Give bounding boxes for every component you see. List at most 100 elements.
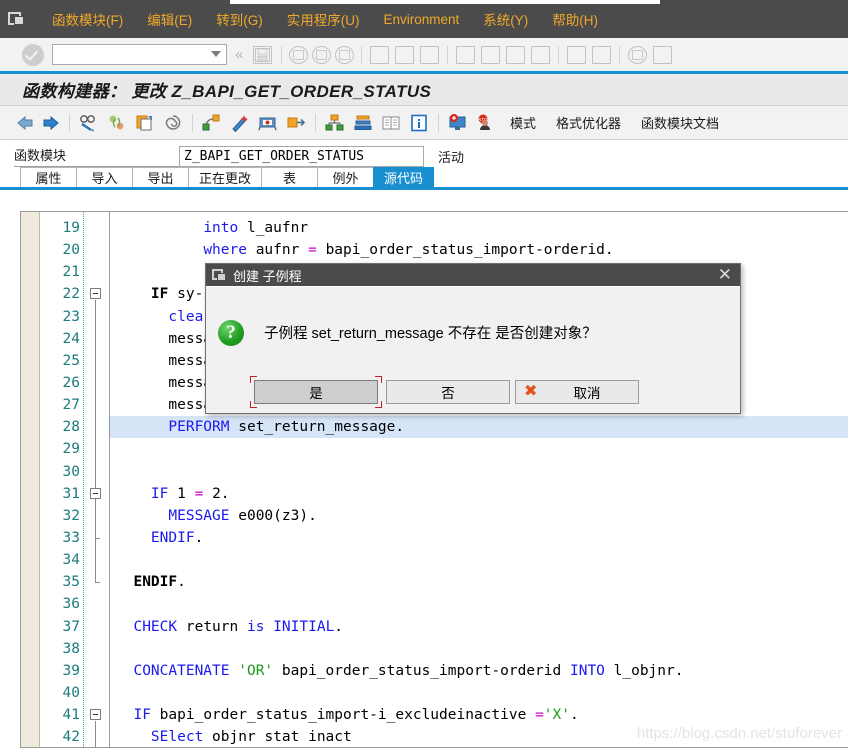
code-line[interactable]: MESSAGE e000(z3). [110,505,848,527]
stack-icon[interactable] [353,114,373,132]
menu-environment[interactable]: Environment [372,10,472,29]
insert-statement-icon[interactable] [258,114,278,132]
toolbar-separator [558,45,560,64]
find-next-icon[interactable] [420,45,440,64]
dialog-title-text: 创建 子例程 [233,268,302,284]
toolbar-separator [619,45,621,64]
code-line[interactable]: into l_aufnr [110,217,848,239]
print-icon[interactable] [370,45,390,64]
primary-toolbar: « [0,38,848,74]
dialog-cancel-button[interactable]: ✖ 取消 [515,380,639,404]
next-page-icon[interactable] [506,45,526,64]
code-line[interactable]: where aufnr = bapi_order_status_import-o… [110,239,848,261]
tab-exceptions[interactable]: 例外 [317,167,375,187]
menu-help[interactable]: 帮助(H) [540,7,610,31]
toolbar-separator [315,113,316,132]
last-page-icon[interactable] [531,45,551,64]
sap-window-icon[interactable] [8,11,26,27]
structure-icon[interactable] [325,114,345,132]
dialog-button-row: 是 否 ✖ 取消 [206,376,740,408]
code-line[interactable] [110,438,848,460]
menu-edit[interactable]: 编辑(E) [135,7,204,31]
previous-page-icon[interactable] [481,45,501,64]
tab-source-code[interactable]: 源代码 [373,167,435,187]
code-line[interactable]: IF bapi_order_status_import-i_excludeina… [110,704,848,726]
create-subroutine-dialog: 创建 子例程 ✕ ? 子例程 set_return_message 不存在 是否… [205,263,741,414]
documentation-icon[interactable] [381,114,401,132]
code-line[interactable]: CONCATENATE 'OR' bapi_order_status_impor… [110,660,848,682]
code-line[interactable] [110,682,848,704]
fold-toggle-icon[interactable] [90,709,101,721]
menu-system[interactable]: 系统(Y) [471,7,540,31]
code-line[interactable] [110,549,848,571]
tab-changing[interactable]: 正在更改 [188,167,263,187]
code-line[interactable]: IF 1 = 2. [110,483,848,505]
layout-menu-icon[interactable] [653,45,673,64]
check-enter-icon[interactable] [22,43,44,66]
pattern-icon[interactable] [163,114,183,132]
cancel-icon[interactable] [335,45,355,64]
close-icon[interactable]: ✕ [718,265,732,285]
exit-icon[interactable] [312,45,332,64]
back-arrow-icon[interactable] [16,115,34,131]
application-toolbar: STO 模式 格式优化器 函数模块文档 [0,106,848,140]
line-number: 40 [62,684,80,701]
create-shortcut-icon[interactable] [592,45,612,64]
dialog-yes-button[interactable]: 是 [250,376,382,408]
code-line[interactable]: SElect objnr stat inact [110,726,848,747]
toolbar-mode-button[interactable]: 模式 [510,113,536,132]
focus-marker [375,376,382,383]
code-line[interactable] [110,593,848,615]
information-icon[interactable] [409,114,429,132]
tab-import[interactable]: 导入 [76,167,133,187]
activate-icon[interactable] [448,113,468,132]
code-line[interactable]: PERFORM set_return_message. [110,416,848,439]
goto-object-icon[interactable] [286,114,306,132]
fold-range-line [95,721,96,747]
create-session-icon[interactable] [567,45,587,64]
code-line[interactable]: ENDIF. [110,527,848,549]
status-badge: 活动 [438,149,465,165]
first-page-icon[interactable] [456,45,476,64]
menu-utilities[interactable]: 实用程序(U) [275,7,372,31]
toolbar-pretty-printer-button[interactable]: 格式优化器 [556,113,621,132]
tab-attributes[interactable]: 属性 [20,167,77,187]
forward-arrow-icon[interactable] [42,115,60,131]
line-number: 35 [62,574,80,591]
menu-goto[interactable]: 转到(G) [204,7,275,31]
line-number-gutter: 19 20 21 22 23 24 25 26 27 28 29 30 31 32 33 34 35 36 37 38… [40,212,84,747]
code-line[interactable]: CHECK return is INITIAL. [110,616,848,638]
bookmark-gutter[interactable] [21,212,40,747]
code-fold-gutter[interactable] [84,212,110,747]
code-line[interactable] [110,461,848,483]
toolbar-fm-documentation-button[interactable]: 函数模块文档 [641,113,719,132]
line-number: 27 [62,397,80,414]
back-icon[interactable] [289,45,309,64]
code-line[interactable]: ENDIF. [110,571,848,593]
toolbar-separator [192,113,193,132]
code-line[interactable] [110,638,848,660]
display-change-icon[interactable] [79,114,99,132]
tab-tables[interactable]: 表 [261,167,319,187]
command-field[interactable] [52,44,227,65]
help-icon[interactable] [628,45,648,64]
fold-end-tick [95,538,100,540]
menu-function-module[interactable]: 函数模块(F) [40,7,135,31]
function-module-input[interactable]: Z_BAPI_GET_ORDER_STATUS [179,145,424,167]
refresh-icon[interactable] [107,114,127,132]
check-icon[interactable]: STO [476,114,496,132]
chevron-down-icon[interactable] [211,51,221,57]
fold-toggle-icon[interactable] [90,487,101,499]
tab-export[interactable]: 导出 [132,167,189,187]
copy-icon[interactable] [135,114,155,132]
line-number: 32 [62,507,80,524]
find-icon[interactable] [395,45,415,64]
save-icon[interactable] [253,45,273,64]
where-used-icon[interactable] [202,114,222,132]
line-number: 41 [62,707,80,724]
pretty-print-wand-icon[interactable] [230,114,250,132]
focus-marker [250,401,257,408]
dialog-no-button[interactable]: 否 [386,380,510,404]
collapse-left-icon[interactable]: « [235,46,243,63]
fold-toggle-icon[interactable] [90,288,101,300]
